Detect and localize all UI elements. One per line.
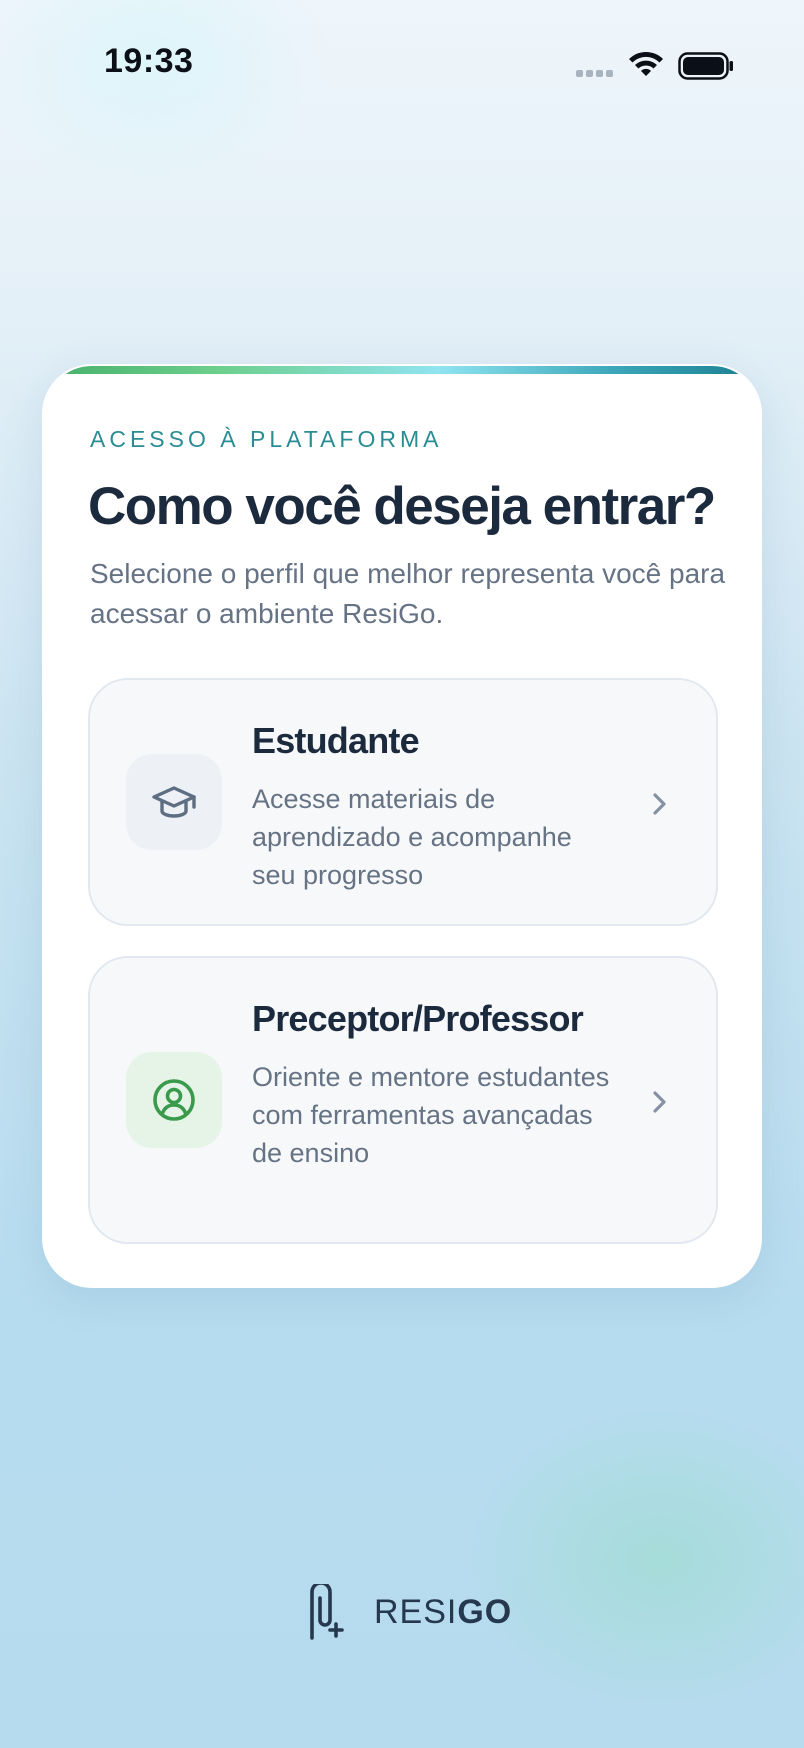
brand-logo: RESIGO: [306, 1584, 512, 1640]
student-option-description: Acesse materiais de aprendizado e acompa…: [252, 784, 572, 890]
status-bar: 19:33: [0, 0, 804, 130]
chevron-right-icon: [653, 1091, 666, 1113]
page-subtitle: Selecione o perfil que melhor representa…: [90, 558, 726, 629]
chevron-right-icon: [653, 793, 666, 815]
eyebrow-label: ACESSO À PLATAFORMA: [90, 426, 443, 452]
student-option-title: Estudante: [252, 720, 420, 761]
card-accent-bar: [44, 366, 760, 374]
user-circle-icon: [126, 1052, 222, 1148]
battery-icon: [678, 52, 733, 80]
resigo-logo-icon: [310, 1584, 344, 1640]
graduation-cap-icon: [126, 754, 222, 850]
brand-name: RESIGO: [374, 1592, 513, 1631]
page-title: Como você deseja entrar?: [88, 477, 716, 536]
student-option-button[interactable]: Estudante Acesse materiais de aprendizad…: [88, 678, 718, 926]
wifi-icon: [629, 51, 663, 76]
status-time: 19:33: [104, 42, 194, 80]
teacher-option-description: Oriente e mentore estudantes com ferrame…: [252, 1062, 610, 1168]
signal-dots-icon: [576, 70, 613, 77]
login-profile-card: ACESSO À PLATAFORMA Como você deseja ent…: [42, 364, 762, 1288]
teacher-option-button[interactable]: Preceptor/Professor Oriente e mentore es…: [88, 956, 718, 1244]
teacher-option-title: Preceptor/Professor: [252, 998, 584, 1039]
